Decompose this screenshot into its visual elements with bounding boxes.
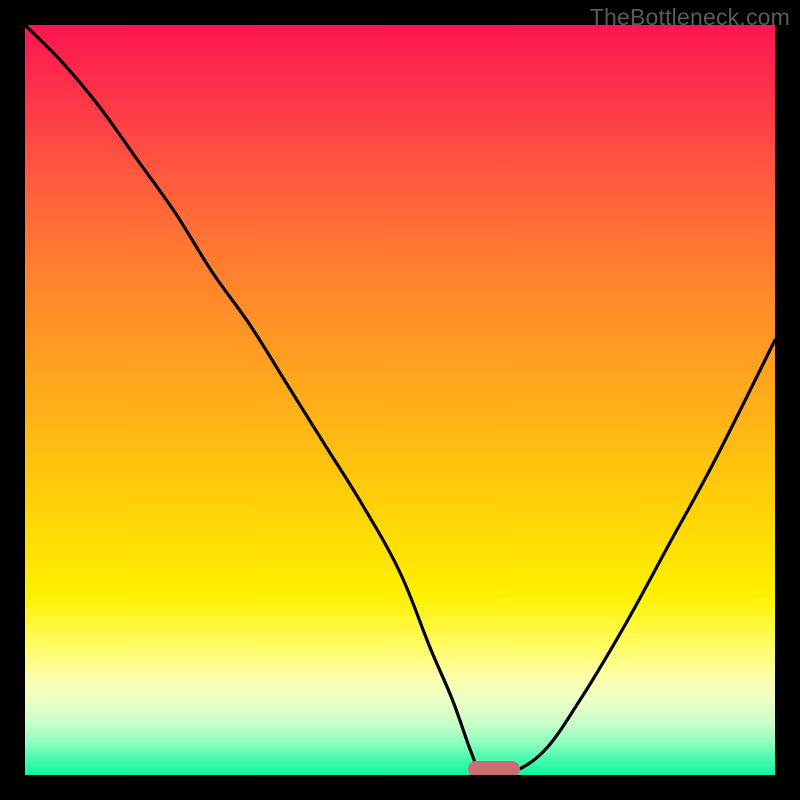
plot-area <box>25 25 775 775</box>
watermark-text: TheBottleneck.com <box>590 4 790 31</box>
minimum-marker <box>468 761 520 775</box>
chart-canvas: TheBottleneck.com <box>0 0 800 800</box>
curve-path <box>25 25 775 775</box>
bottleneck-curve <box>25 25 775 775</box>
